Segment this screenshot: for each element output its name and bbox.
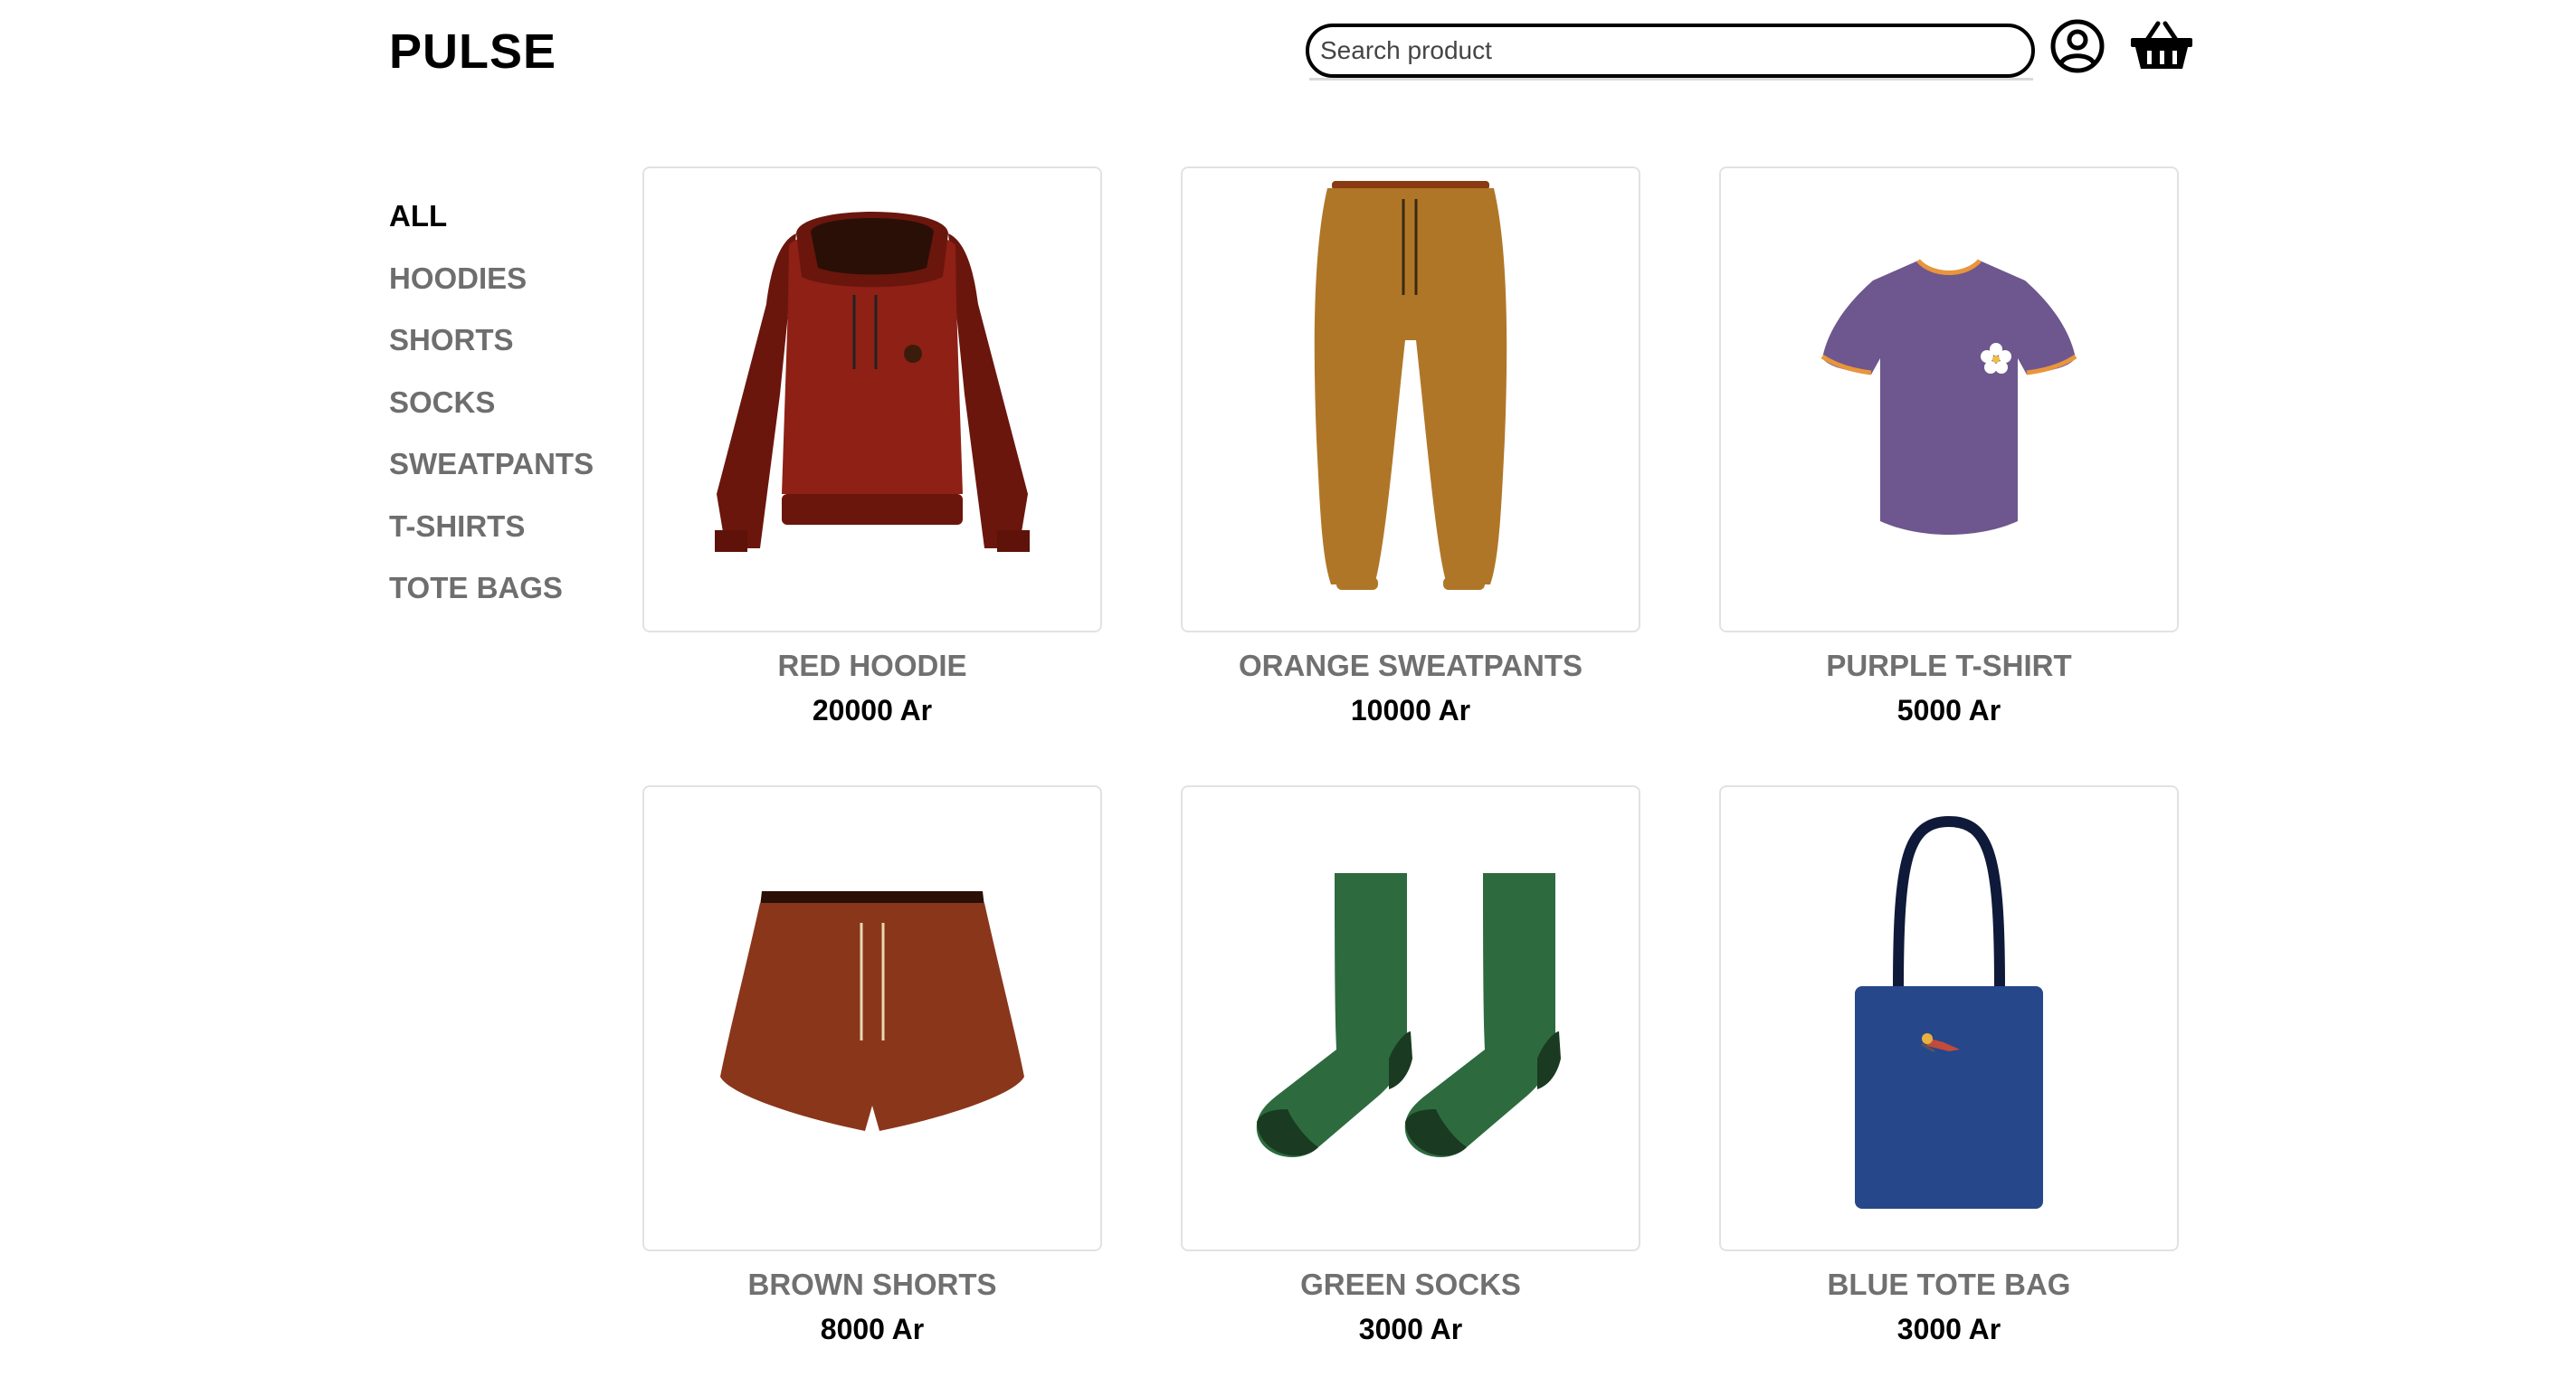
red-hoodie-image — [715, 212, 1030, 552]
brown-shorts-image — [720, 891, 1024, 1131]
product-price: 3000 Ar — [1896, 1313, 2001, 1345]
product-name[interactable]: PURPLE T-SHIRT — [1719, 645, 2179, 687]
orange-sweatpants-image — [1314, 181, 1507, 590]
purple-tshirt-image — [1820, 259, 2077, 535]
product-name[interactable]: GREEN SOCKS — [1181, 1264, 1640, 1306]
blue-tote-bag-image — [1855, 815, 2043, 1209]
search-underline — [1309, 78, 2033, 81]
category-shorts[interactable]: SHORTS — [389, 309, 606, 372]
product-name[interactable]: BLUE TOTE BAG — [1719, 1264, 2179, 1306]
user-circle-icon — [2050, 19, 2105, 73]
cart-button[interactable] — [2129, 18, 2194, 74]
product-price: 10000 Ar — [1350, 694, 1471, 727]
account-button[interactable] — [2049, 18, 2105, 74]
product-name[interactable]: RED HOODIE — [642, 645, 1102, 687]
product-price: 8000 Ar — [820, 1313, 925, 1345]
product-image-frame[interactable] — [642, 166, 1102, 632]
green-socks-image — [1256, 873, 1561, 1158]
product-name[interactable]: ORANGE SWEATPANTS — [1181, 645, 1640, 687]
product-card[interactable]: ORANGE SWEATPANTS 10000 Ar — [1181, 166, 1640, 734]
category-sidebar: ALL HOODIES SHORTS SOCKS SWEATPANTS T-SH… — [389, 185, 606, 620]
product-card[interactable]: RED HOODIE 20000 Ar — [642, 166, 1102, 734]
product-price: 3000 Ar — [1358, 1313, 1463, 1345]
product-price: 5000 Ar — [1896, 694, 2001, 727]
category-sweatpants[interactable]: SWEATPANTS — [389, 433, 606, 496]
category-all[interactable]: ALL — [389, 185, 606, 248]
category-tote-bags[interactable]: TOTE BAGS — [389, 557, 606, 620]
product-name[interactable]: BROWN SHORTS — [642, 1264, 1102, 1306]
product-image-frame[interactable] — [1181, 785, 1640, 1251]
product-image-frame[interactable] — [1181, 166, 1640, 632]
category-socks[interactable]: SOCKS — [389, 372, 606, 434]
product-image-frame[interactable] — [1719, 166, 2179, 632]
product-card[interactable]: GREEN SOCKS 3000 Ar — [1181, 785, 1640, 1353]
product-card[interactable]: PURPLE T-SHIRT 5000 Ar — [1719, 166, 2179, 734]
product-card[interactable]: BROWN SHORTS 8000 Ar — [642, 785, 1102, 1353]
category-hoodies[interactable]: HOODIES — [389, 248, 606, 310]
product-image-frame[interactable] — [1719, 785, 2179, 1251]
product-image-frame[interactable] — [642, 785, 1102, 1251]
product-price: 20000 Ar — [812, 694, 933, 727]
product-card[interactable]: BLUE TOTE BAG 3000 Ar — [1719, 785, 2179, 1353]
search-input[interactable] — [1306, 24, 2035, 78]
basket-icon — [2131, 21, 2192, 69]
logo[interactable]: PULSE — [389, 20, 556, 83]
category-tshirts[interactable]: T-SHIRTS — [389, 496, 606, 558]
header: PULSE — [0, 0, 2576, 109]
